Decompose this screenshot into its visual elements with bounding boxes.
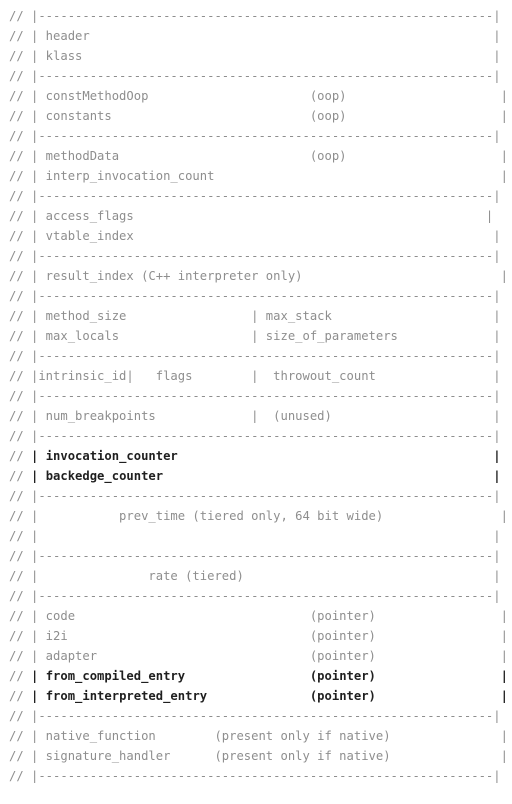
comment-marker: // — [9, 449, 32, 463]
field-text: | from_compiled_entry (pointer) | — [31, 669, 508, 683]
row-method-size: // | method_size | max_stack | — [9, 309, 501, 323]
row-interp-inv-count: // | interp_invocation_count | — [9, 169, 508, 183]
rule-3: // |------------------------------------… — [9, 189, 501, 203]
comment-marker: // — [9, 689, 32, 703]
field-text: | from_interpreted_entry (pointer) | — [31, 689, 508, 703]
row-signature-handler: // | signature_handler (present only if … — [9, 749, 508, 763]
rule-8: // |------------------------------------… — [9, 429, 501, 443]
row-code: // | code (pointer) | — [9, 609, 508, 623]
rule-1: // |------------------------------------… — [9, 69, 501, 83]
row-adapter: // | adapter (pointer) | — [9, 649, 508, 663]
rule-9: // |------------------------------------… — [9, 489, 501, 503]
rule-4: // |------------------------------------… — [9, 249, 501, 263]
rule-6: // |------------------------------------… — [9, 349, 501, 363]
row-prev-time: // | prev_time (tiered only, 64 bit wide… — [9, 509, 508, 523]
row-from-interpreted: // | from_interpreted_entry (pointer) | — [9, 686, 512, 706]
row-access-flags: // | access_flags | — [9, 209, 494, 223]
rule-top: // |------------------------------------… — [9, 9, 501, 23]
row-num-breakpoints: // | num_breakpoints | (unused) | — [9, 409, 501, 423]
methodoop-layout-comment-block: // |------------------------------------… — [9, 6, 512, 786]
row-backedge-counter: // | backedge_counter | — [9, 466, 512, 486]
row-rate: // | rate (tiered) | — [9, 569, 501, 583]
rule-bottom: // |------------------------------------… — [9, 769, 501, 783]
rule-11: // |------------------------------------… — [9, 589, 501, 603]
row-prev-time-cont: // | | — [9, 529, 501, 543]
row-constmethodoop: // | constMethodOop (oop) | — [9, 89, 508, 103]
row-invocation-counter: // | invocation_counter | — [9, 446, 512, 466]
row-i2i: // | i2i (pointer) | — [9, 629, 508, 643]
row-from-compiled: // | from_compiled_entry (pointer) | — [9, 666, 512, 686]
rule-12: // |------------------------------------… — [9, 709, 501, 723]
comment-marker: // — [9, 469, 32, 483]
row-result-index: // | result_index (C++ interpreter only)… — [9, 269, 508, 283]
rule-10: // |------------------------------------… — [9, 549, 501, 563]
row-klass: // | klass | — [9, 49, 501, 63]
rule-5: // |------------------------------------… — [9, 289, 501, 303]
comment-marker: // — [9, 669, 32, 683]
row-intrinsic-id: // |intrinsic_id| flags | throwout_count… — [9, 369, 501, 383]
field-text: | invocation_counter | — [31, 449, 501, 463]
row-header: // | header | — [9, 29, 501, 43]
row-max-locals: // | max_locals | size_of_parameters | — [9, 329, 501, 343]
rule-2: // |------------------------------------… — [9, 129, 501, 143]
row-native-function: // | native_function (present only if na… — [9, 729, 508, 743]
rule-7: // |------------------------------------… — [9, 389, 501, 403]
row-constants: // | constants (oop) | — [9, 109, 508, 123]
row-vtable-index: // | vtable_index | — [9, 229, 501, 243]
row-methoddata: // | methodData (oop) | — [9, 149, 508, 163]
field-text: | backedge_counter | — [31, 469, 501, 483]
